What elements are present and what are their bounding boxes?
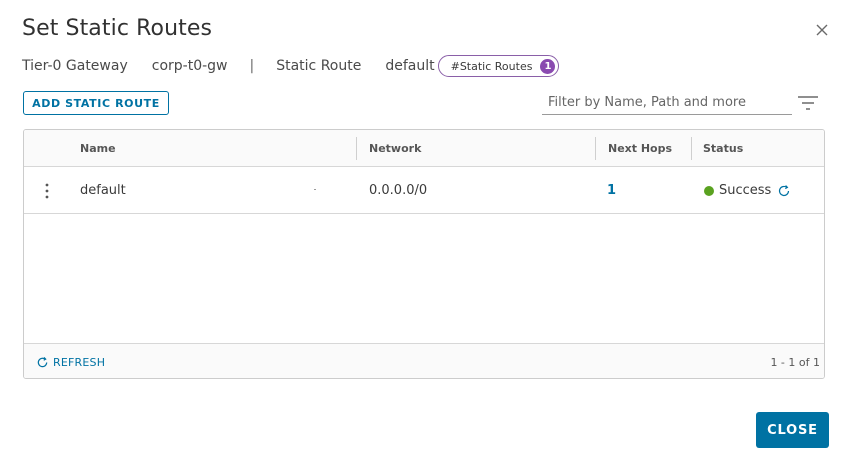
column-resizer[interactable]	[595, 137, 596, 160]
set-static-routes-modal: Set Static Routes Tier-0 Gateway corp-t0…	[0, 0, 844, 465]
column-header-next-hops[interactable]: Next Hops	[608, 130, 672, 167]
pagination-text: 1 - 1 of 1	[770, 355, 820, 369]
column-resizer[interactable]	[691, 137, 692, 160]
modal-title: Set Static Routes	[22, 16, 213, 41]
pill-label: #Static Routes	[450, 59, 533, 73]
grid-header: Name Network Next Hops Status	[24, 130, 824, 167]
object-name: default	[385, 58, 435, 74]
gateway-name: corp-t0-gw	[151, 58, 228, 74]
kebab-menu-icon[interactable]	[40, 181, 54, 201]
column-header-status[interactable]: Status	[703, 130, 743, 167]
add-static-route-button[interactable]: ADD STATIC ROUTE	[23, 91, 169, 115]
status-text: Success	[719, 183, 772, 198]
grid-footer: REFRESH 1 - 1 of 1	[24, 343, 824, 378]
gateway-type: Tier-0 Gateway	[22, 58, 128, 74]
status-dot-icon	[704, 185, 714, 196]
refresh-label: REFRESH	[53, 355, 106, 369]
table-row: default 0.0.0.0/0 1 Success	[24, 167, 824, 214]
object-type: Static Route	[276, 58, 362, 74]
cell-divider-mark	[314, 189, 316, 190]
refresh-status-icon[interactable]	[777, 184, 791, 198]
cell-status: Success	[704, 167, 791, 214]
column-resizer[interactable]	[356, 137, 357, 160]
close-icon[interactable]	[812, 20, 832, 40]
pill-count-badge: 1	[540, 58, 556, 74]
cell-next-hops-wrap: 1	[607, 167, 616, 214]
refresh-button[interactable]: REFRESH	[36, 344, 106, 378]
filter-input[interactable]	[542, 91, 792, 115]
cell-name: default	[80, 183, 126, 198]
close-button[interactable]: CLOSE	[756, 412, 829, 448]
static-routes-grid: Name Network Next Hops Status default 0.…	[23, 129, 825, 379]
refresh-icon	[37, 356, 48, 367]
static-routes-pill: #Static Routes 1	[437, 55, 560, 77]
context-separator: |	[249, 58, 255, 74]
column-header-network[interactable]: Network	[369, 130, 421, 167]
next-hops-link[interactable]: 1	[607, 183, 616, 198]
column-header-name[interactable]: Name	[80, 130, 116, 167]
filter-icon[interactable]	[797, 95, 819, 111]
cell-network: 0.0.0.0/0	[369, 183, 428, 198]
context-bar: Tier-0 Gateway corp-t0-gw | Static Route…	[22, 54, 560, 78]
